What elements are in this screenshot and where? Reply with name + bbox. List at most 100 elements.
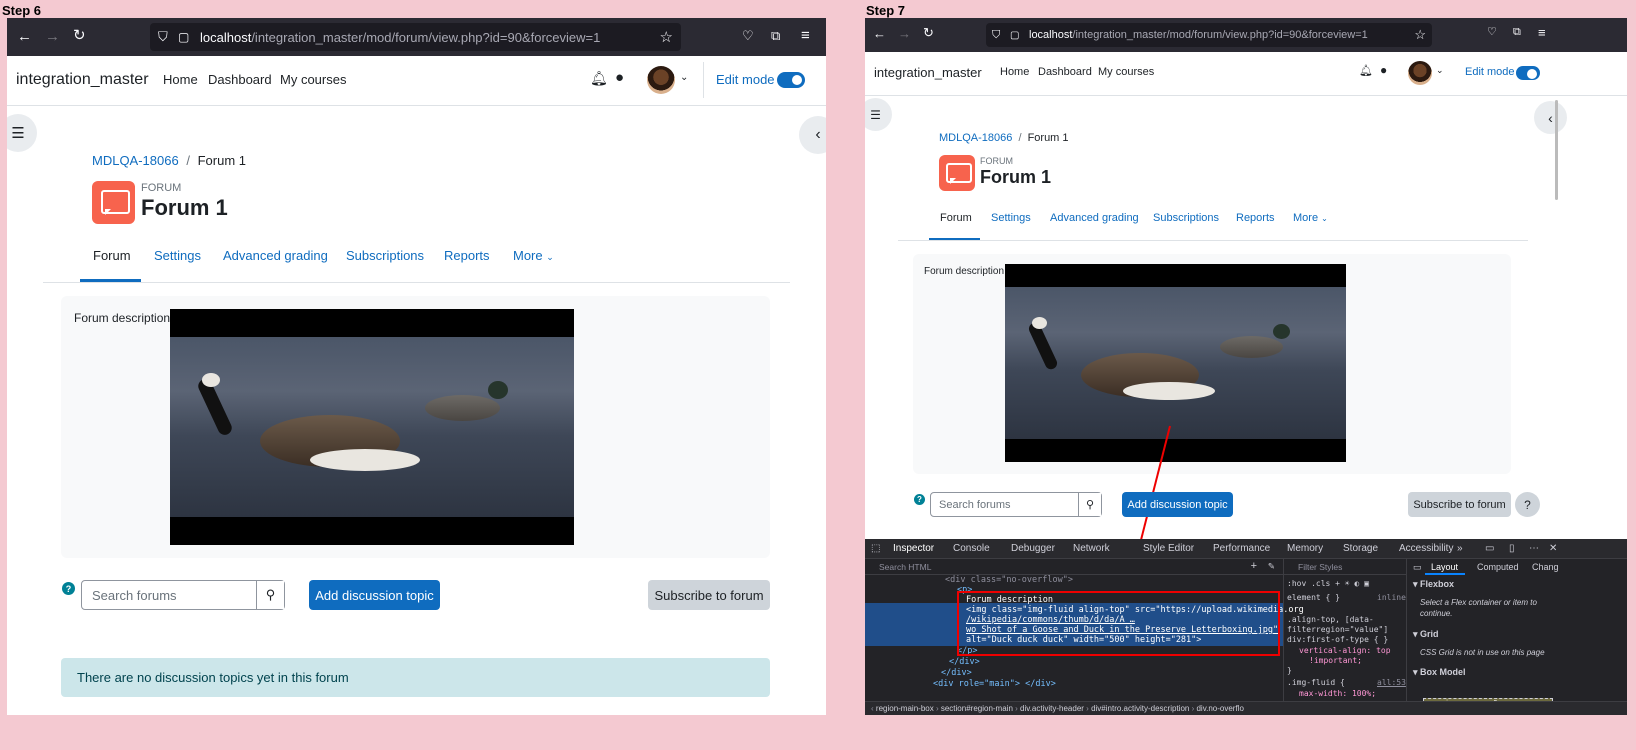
- dt-breadcrumb[interactable]: div#intro.activity-description: [1091, 704, 1189, 713]
- tab-advanced-grading[interactable]: Advanced grading: [223, 248, 328, 263]
- add-node-icon[interactable]: +: [1251, 560, 1257, 572]
- bell-icon[interactable]: 🔔︎: [590, 70, 608, 87]
- box-model-heading[interactable]: ▾ Box Model: [1413, 667, 1466, 678]
- tab-more[interactable]: More ⌄: [513, 248, 554, 263]
- menu-icon[interactable]: ≡: [801, 28, 810, 43]
- tab-more[interactable]: More ⌄: [1293, 212, 1328, 224]
- tab-console[interactable]: Console: [953, 543, 990, 554]
- edit-mode-toggle[interactable]: [777, 72, 805, 88]
- forward-icon[interactable]: →: [898, 27, 911, 40]
- tab-accessibility[interactable]: Accessibility: [1399, 543, 1453, 554]
- back-icon[interactable]: ←: [17, 29, 32, 44]
- more-tabs-icon[interactable]: »: [1457, 543, 1463, 554]
- html-search-input[interactable]: Search HTML + ✎: [865, 559, 1283, 575]
- nav-home[interactable]: Home: [163, 72, 198, 87]
- search-forums-input[interactable]: Search forums ⚲: [81, 580, 285, 610]
- subscribe-button[interactable]: Subscribe to forum: [1408, 492, 1511, 517]
- course-index-toggle-icon[interactable]: ☰: [865, 98, 892, 131]
- tab-reports[interactable]: Reports: [444, 248, 490, 263]
- subscribe-button[interactable]: Subscribe to forum: [648, 580, 770, 610]
- bookmark-star-icon[interactable]: ☆: [1414, 27, 1426, 43]
- chevron-down-icon[interactable]: ⌄: [1436, 65, 1444, 76]
- help-circle-icon[interactable]: ?: [1515, 492, 1540, 517]
- layout-panel-icon[interactable]: ▭: [1413, 562, 1422, 573]
- pocket-icon[interactable]: ♡: [742, 29, 754, 42]
- url-bar[interactable]: ⛉ ▢ localhost/integration_master/mod/for…: [150, 23, 681, 51]
- search-icon[interactable]: ⚲: [256, 581, 284, 609]
- tab-layout[interactable]: Layout: [1431, 562, 1458, 572]
- extensions-icon[interactable]: ⧉: [771, 29, 780, 42]
- tab-subscriptions[interactable]: Subscriptions: [1153, 212, 1219, 224]
- html-line[interactable]: <div class="no-overflow">: [945, 575, 1073, 585]
- css-line[interactable]: element { }: [1287, 593, 1340, 602]
- search-forums-input[interactable]: Search forums ⚲: [930, 492, 1102, 517]
- reload-icon[interactable]: ↻: [73, 28, 86, 43]
- reload-icon[interactable]: ↻: [923, 26, 934, 39]
- tab-subscriptions[interactable]: Subscriptions: [346, 248, 424, 263]
- dt-breadcrumb[interactable]: div.no-overflo: [1196, 704, 1243, 713]
- css-source-link[interactable]: all:53: [1377, 678, 1406, 687]
- dt-breadcrumb[interactable]: section#region-main: [941, 704, 1013, 713]
- chat-icon[interactable]: ●: [615, 69, 624, 86]
- tab-performance[interactable]: Performance: [1213, 543, 1270, 554]
- css-line[interactable]: !important;: [1309, 656, 1362, 665]
- dock-icon[interactable]: ▭: [1485, 543, 1494, 554]
- css-line[interactable]: max-width: 100%;: [1299, 689, 1376, 698]
- add-discussion-topic-button[interactable]: Add discussion topic: [1122, 492, 1233, 517]
- menu-icon[interactable]: ≡: [1538, 26, 1546, 39]
- tab-debugger[interactable]: Debugger: [1011, 543, 1055, 554]
- forward-icon[interactable]: →: [45, 29, 60, 44]
- tab-advanced-grading[interactable]: Advanced grading: [1050, 212, 1139, 224]
- tab-computed[interactable]: Computed: [1477, 562, 1519, 572]
- tab-inspector[interactable]: Inspector: [893, 543, 934, 554]
- block-drawer-toggle-icon[interactable]: ‹: [799, 116, 826, 154]
- back-icon[interactable]: ←: [873, 27, 886, 40]
- tab-changes[interactable]: Chang: [1532, 562, 1559, 572]
- css-line[interactable]: .img-fluid {: [1287, 678, 1345, 687]
- edit-mode-toggle[interactable]: [1516, 66, 1540, 80]
- html-line[interactable]: </div>: [949, 657, 980, 667]
- tab-settings[interactable]: Settings: [991, 212, 1031, 224]
- tab-memory[interactable]: Memory: [1287, 543, 1323, 554]
- breadcrumb-back-icon[interactable]: ‹: [871, 704, 874, 713]
- dt-breadcrumb[interactable]: region-main-box: [876, 704, 934, 713]
- filter-styles-input[interactable]: Filter Styles: [1284, 559, 1406, 575]
- help-icon[interactable]: ?: [62, 582, 75, 595]
- pocket-icon[interactable]: ♡: [1487, 27, 1497, 38]
- bell-icon[interactable]: 🔔︎: [1359, 64, 1373, 77]
- extensions-icon[interactable]: ⧉: [1513, 27, 1521, 38]
- nav-dashboard[interactable]: Dashboard: [208, 72, 272, 87]
- nav-dashboard[interactable]: Dashboard: [1038, 66, 1092, 78]
- chat-icon[interactable]: ●: [1380, 63, 1387, 77]
- page-scrollbar[interactable]: [1555, 100, 1558, 200]
- responsive-icon[interactable]: ▯: [1509, 543, 1515, 554]
- eyedropper-icon[interactable]: ✎: [1268, 561, 1275, 572]
- flexbox-heading[interactable]: ▾ Flexbox: [1413, 579, 1454, 590]
- search-icon[interactable]: ⚲: [1078, 493, 1101, 516]
- css-line[interactable]: filterregion="value"]: [1287, 625, 1388, 634]
- help-icon[interactable]: ?: [914, 494, 925, 505]
- avatar[interactable]: [1408, 61, 1432, 85]
- block-drawer-toggle-icon[interactable]: ‹: [1534, 101, 1567, 134]
- url-bar[interactable]: ⛉ ▢ localhost/integration_master/mod/for…: [986, 23, 1432, 47]
- site-brand[interactable]: integration_master: [874, 65, 982, 80]
- options-icon[interactable]: ⋯: [1529, 543, 1539, 554]
- bookmark-star-icon[interactable]: ☆: [660, 28, 673, 46]
- avatar[interactable]: [647, 66, 675, 94]
- site-brand[interactable]: integration_master: [16, 71, 149, 89]
- close-icon[interactable]: ✕: [1549, 543, 1557, 554]
- css-line[interactable]: div:first-of-type { }: [1287, 635, 1388, 644]
- pick-element-icon[interactable]: ⬚: [871, 543, 880, 554]
- tab-forum[interactable]: Forum: [93, 248, 131, 263]
- nav-my-courses[interactable]: My courses: [280, 72, 346, 87]
- tab-storage[interactable]: Storage: [1343, 543, 1378, 554]
- nav-my-courses[interactable]: My courses: [1098, 66, 1154, 78]
- breadcrumb-course[interactable]: MDLQA-18066: [939, 132, 1012, 144]
- tab-network[interactable]: Network: [1073, 543, 1110, 554]
- chevron-down-icon[interactable]: ⌄: [680, 72, 688, 83]
- tab-reports[interactable]: Reports: [1236, 212, 1275, 224]
- breadcrumb-course[interactable]: MDLQA-18066: [92, 153, 179, 168]
- tab-style-editor[interactable]: Style Editor: [1143, 543, 1194, 554]
- dt-breadcrumb[interactable]: div.activity-header: [1020, 704, 1084, 713]
- add-discussion-topic-button[interactable]: Add discussion topic: [309, 580, 440, 610]
